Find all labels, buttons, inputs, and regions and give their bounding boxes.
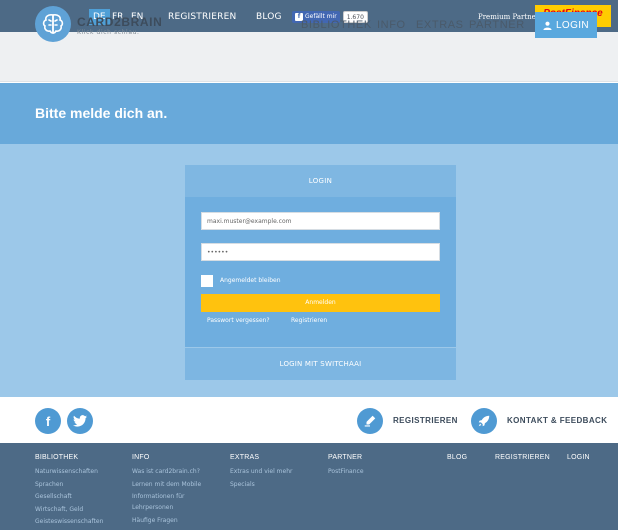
switchaai-login-button[interactable]: LOGIN MIT SWITCHAAI — [185, 348, 456, 380]
nav-bibliothek[interactable]: BIBLIOTHEK — [301, 18, 372, 32]
footer-bibliothek-item[interactable]: Gesellschaft — [35, 493, 72, 501]
footer-register-link[interactable]: REGISTRIEREN — [495, 453, 550, 462]
footer-bibliothek-item[interactable]: Wirtschaft, Geld — [35, 506, 83, 514]
footer-partner-item[interactable]: PostFinance — [328, 468, 364, 476]
footer-extras-title[interactable]: EXTRAS — [230, 453, 259, 462]
footer-info-item[interactable]: Lernen mit dem Mobile — [132, 481, 201, 489]
site-header — [0, 32, 618, 82]
header-login-label: LOGIN — [555, 19, 590, 31]
email-field[interactable] — [201, 212, 440, 230]
login-panel-heading: LOGIN — [185, 165, 456, 197]
page-title: Bitte melde dich an. — [35, 105, 168, 121]
footer-info-item[interactable]: Häufige Fragen — [132, 517, 178, 525]
password-field[interactable] — [201, 243, 440, 261]
forgot-password-link[interactable]: Passwort vergessen? — [207, 317, 270, 325]
footer-info-title[interactable]: INFO — [132, 453, 150, 462]
top-blog-link[interactable]: BLOG — [256, 10, 282, 24]
brand-tagline: Klick dich schlau. — [77, 29, 140, 36]
remember-checkbox[interactable] — [201, 275, 213, 287]
user-icon — [543, 21, 552, 30]
footer-info-item[interactable]: Lehrpersonen — [132, 504, 173, 512]
login-panel: LOGIN Angemeldet bleiben Anmelden Passwo… — [185, 165, 456, 347]
register-pencil-icon[interactable] — [357, 408, 383, 434]
footer-blog-link[interactable]: BLOG — [447, 453, 467, 462]
footer-login-link[interactable]: LOGIN — [567, 453, 590, 462]
nav-info[interactable]: INFO — [377, 18, 406, 32]
submit-login-button[interactable]: Anmelden — [201, 294, 440, 312]
brand-name[interactable]: CARD2BRAIN — [77, 16, 162, 29]
footer-bibliothek-item[interactable]: Geisteswissenschaften — [35, 518, 103, 526]
footer-info-item[interactable]: Informationen für — [132, 493, 185, 501]
nav-partner[interactable]: PARTNER — [469, 18, 525, 32]
twitter-icon[interactable] — [67, 408, 93, 434]
header-login-button[interactable]: LOGIN — [535, 12, 597, 38]
facebook-icon[interactable]: f — [35, 408, 61, 434]
footer-bibliothek-item[interactable]: Sprachen — [35, 481, 63, 489]
social-register-label[interactable]: REGISTRIEREN — [393, 416, 458, 426]
contact-feedback-label[interactable]: KONTAKT & FEEDBACK — [507, 416, 607, 426]
footer-extras-item[interactable]: Specials — [230, 481, 255, 489]
footer-info-item[interactable]: Was ist card2brain.ch? — [132, 468, 200, 476]
nav-extras[interactable]: EXTRAS — [416, 18, 464, 32]
rocket-icon[interactable] — [471, 408, 497, 434]
footer-bibliothek-item[interactable]: Naturwissenschaften — [35, 468, 98, 476]
footer-extras-item[interactable]: Extras und viel mehr — [230, 468, 292, 476]
top-register-link[interactable]: REGISTRIEREN — [168, 10, 236, 24]
footer-bibliothek-title[interactable]: BIBLIOTHEK — [35, 453, 78, 462]
panel-register-link[interactable]: Registrieren — [291, 317, 327, 325]
brain-logo-icon[interactable] — [35, 6, 71, 42]
remember-label[interactable]: Angemeldet bleiben — [220, 277, 281, 285]
footer-partner-title[interactable]: PARTNER — [328, 453, 362, 462]
